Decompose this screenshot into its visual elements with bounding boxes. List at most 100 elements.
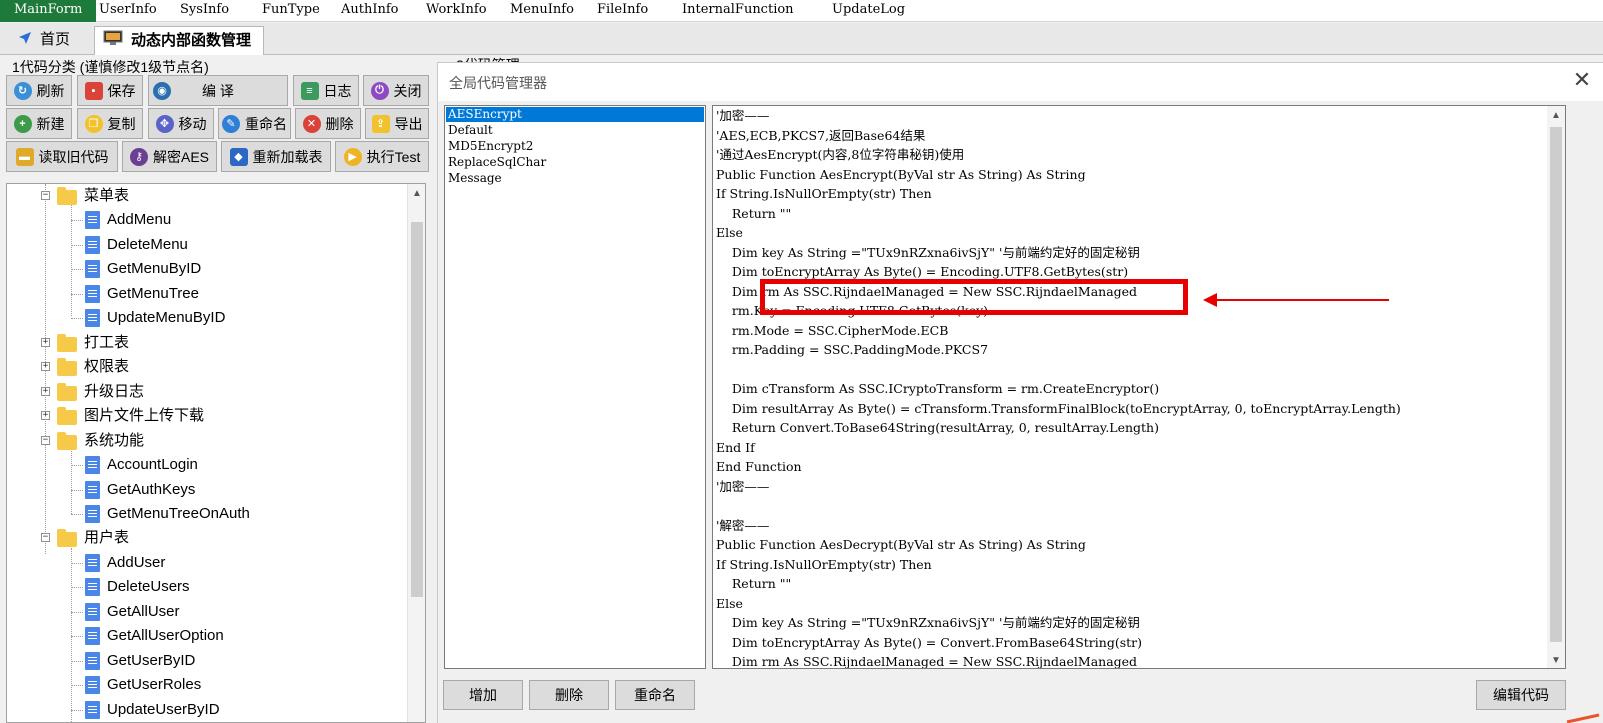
tree-leaf-adduser[interactable]: AddUser bbox=[7, 551, 407, 575]
code-category-title: 1代码分类 (谨慎修改1级节点名) bbox=[12, 59, 209, 75]
scroll-up-icon[interactable]: ▲ bbox=[411, 188, 423, 199]
tree-leaf-deleteusers[interactable]: DeleteUsers bbox=[7, 575, 407, 599]
expand-icon: + bbox=[41, 361, 50, 371]
tree-leaf-getalluseroption[interactable]: GetAllUserOption bbox=[7, 624, 407, 648]
folder-icon bbox=[57, 383, 77, 401]
tab-home[interactable]: 首页 bbox=[18, 26, 70, 55]
expand-icon: + bbox=[41, 337, 50, 347]
read-old-code-button[interactable]: ▬ 读取旧代码 bbox=[6, 141, 118, 172]
document-icon bbox=[85, 652, 100, 670]
rename-function-button[interactable]: 重命名 bbox=[615, 680, 695, 710]
log-button[interactable]: ≡ 日志 bbox=[293, 75, 359, 106]
dialog-titlebar: 全局代码管理器 ✕ bbox=[438, 63, 1603, 101]
decrypt-aes-button[interactable]: ⚷ 解密AES bbox=[122, 141, 217, 172]
tree-leaf-getalluser[interactable]: GetAllUser bbox=[7, 600, 407, 624]
close-button[interactable]: ⏻ 关闭 bbox=[363, 75, 429, 106]
tree-leaf-updatemenubyid[interactable]: UpdateMenuByID bbox=[7, 306, 407, 330]
menu-item-userinfo[interactable]: UserInfo bbox=[97, 0, 159, 22]
compile-button[interactable]: ◉ 编 译 bbox=[148, 75, 288, 106]
refresh-button[interactable]: ↻ 刷新 bbox=[6, 75, 72, 106]
menu-item-sysinfo[interactable]: SysInfo bbox=[178, 0, 231, 22]
document-icon bbox=[85, 578, 100, 596]
code-line: Else bbox=[716, 225, 743, 240]
document-icon bbox=[85, 481, 100, 499]
tree-leaf-updateuserbyid[interactable]: UpdateUserByID bbox=[7, 698, 407, 722]
tree-leaf-getmenubyid[interactable]: GetMenuByID bbox=[7, 257, 407, 281]
code-text: '加密—— 'AES,ECB,PKCS7,返回Base64结果 '通过AesEncr… bbox=[716, 106, 1401, 668]
menu-item-updatelog[interactable]: UpdateLog bbox=[830, 0, 907, 22]
tree-leaf-addmenu[interactable]: AddMenu bbox=[7, 208, 407, 232]
code-scrollbar-thumb[interactable] bbox=[1550, 127, 1562, 642]
function-list-item[interactable]: Default bbox=[446, 123, 704, 138]
tree-leaf-getmenutree[interactable]: GetMenuTree bbox=[7, 282, 407, 306]
function-list[interactable]: AESEncrypt Default MD5Encrypt2 ReplaceSq… bbox=[444, 105, 706, 669]
document-icon bbox=[85, 554, 100, 572]
tree-folder-upgrade-log[interactable]: + 升级日志 bbox=[7, 380, 407, 404]
edit-code-button[interactable]: 编辑代码 bbox=[1476, 680, 1566, 710]
folder-icon bbox=[57, 358, 77, 376]
tree-folder-permission-table[interactable]: + 权限表 bbox=[7, 355, 407, 379]
function-list-item[interactable]: ReplaceSqlChar bbox=[446, 155, 704, 170]
tree-folder-user-table[interactable]: − 用户表 bbox=[7, 526, 407, 550]
save-icon: ▪ bbox=[84, 81, 103, 100]
menu-item-internalfunction[interactable]: InternalFunction bbox=[680, 0, 796, 22]
menu-item-menuinfo[interactable]: MenuInfo bbox=[508, 0, 576, 22]
document-icon bbox=[85, 260, 100, 278]
scroll-up-icon[interactable]: ▲ bbox=[1550, 110, 1562, 121]
code-line: If String.IsNullOrEmpty(str) Then bbox=[716, 186, 932, 201]
code-category-tree[interactable]: − 菜单表 AddMenu DeleteMenu GetMenuByID Get… bbox=[6, 183, 426, 723]
tree-leaf-getmenutreeonauth[interactable]: GetMenuTreeOnAuth bbox=[7, 502, 407, 526]
menu-item-funtype[interactable]: FunType bbox=[260, 0, 322, 22]
delete-icon: ✕ bbox=[302, 114, 321, 133]
dialog-title: 全局代码管理器 bbox=[449, 75, 547, 91]
tree-scrollbar[interactable]: ▲ bbox=[407, 184, 425, 722]
function-list-item[interactable]: AESEncrypt bbox=[446, 107, 704, 122]
document-icon bbox=[85, 676, 100, 694]
function-list-item[interactable]: Message bbox=[446, 171, 704, 186]
export-button[interactable]: ⇪ 导出 bbox=[365, 108, 429, 139]
move-button[interactable]: ✥ 移动 bbox=[148, 108, 214, 139]
tree-scrollbar-thumb[interactable] bbox=[411, 222, 423, 597]
new-button[interactable]: + 新建 bbox=[6, 108, 72, 139]
reload-tables-button[interactable]: ◆ 重新加载表 bbox=[221, 141, 331, 172]
code-line: '解密—— bbox=[716, 517, 770, 533]
code-line: Dim resultArray As Byte() = cTransform.T… bbox=[716, 400, 1401, 416]
tree-leaf-accountlogin[interactable]: AccountLogin bbox=[7, 453, 407, 477]
code-line: Return "" bbox=[716, 205, 792, 221]
code-line: rm.Mode = SSC.CipherMode.ECB bbox=[716, 322, 949, 338]
tree-leaf-getuserroles[interactable]: GetUserRoles bbox=[7, 673, 407, 697]
menu-item-workinfo[interactable]: WorkInfo bbox=[424, 0, 489, 22]
folder-icon bbox=[57, 407, 77, 425]
tab-dynamic-function-manager[interactable]: 动态内部函数管理 bbox=[94, 26, 264, 55]
key-icon: ⚷ bbox=[129, 147, 148, 166]
tree-folder-system-functions[interactable]: − 系统功能 bbox=[7, 429, 407, 453]
tree-leaf-getuserbyid[interactable]: GetUserByID bbox=[7, 649, 407, 673]
corner-arrow-icon bbox=[1566, 713, 1600, 723]
tree-leaf-getauthkeys[interactable]: GetAuthKeys bbox=[7, 478, 407, 502]
close-circle-icon: ⏻ bbox=[370, 81, 389, 100]
run-test-button[interactable]: ▶ 执行Test bbox=[335, 141, 429, 172]
folder-icon bbox=[57, 334, 77, 352]
document-icon bbox=[85, 456, 100, 474]
scroll-down-icon[interactable]: ▼ bbox=[1550, 655, 1562, 666]
document-icon bbox=[85, 627, 100, 645]
copy-button[interactable]: ❐ 复制 bbox=[77, 108, 143, 139]
menu-item-authinfo[interactable]: AuthInfo bbox=[339, 0, 401, 22]
tree-leaf-deletemenu[interactable]: DeleteMenu bbox=[7, 233, 407, 257]
menu-item-fileinfo[interactable]: FileInfo bbox=[595, 0, 650, 22]
tree-folder-menu-table[interactable]: − 菜单表 bbox=[7, 184, 407, 208]
function-list-item[interactable]: MD5Encrypt2 bbox=[446, 139, 704, 154]
save-button[interactable]: ▪ 保存 bbox=[77, 75, 143, 106]
menu-item-mainform[interactable]: MainForm bbox=[0, 0, 97, 22]
add-function-button[interactable]: 增加 bbox=[443, 680, 523, 710]
tree-folder-file-upload[interactable]: + 图片文件上传下载 bbox=[7, 404, 407, 428]
code-scrollbar[interactable]: ▲ ▼ bbox=[1547, 106, 1565, 668]
annotation-arrow-icon bbox=[1203, 293, 1217, 307]
delete-function-button[interactable]: 删除 bbox=[529, 680, 609, 710]
dialog-close-icon[interactable]: ✕ bbox=[1570, 69, 1594, 93]
code-editor[interactable]: '加密—— 'AES,ECB,PKCS7,返回Base64结果 '通过AesEncr… bbox=[712, 105, 1566, 669]
rename-button[interactable]: ✎ 重命名 bbox=[218, 108, 291, 139]
delete-button[interactable]: ✕ 删除 bbox=[295, 108, 361, 139]
tree-folder-work-table[interactable]: + 打工表 bbox=[7, 331, 407, 355]
code-line: '通过AesEncrypt(内容,8位字符串秘钥)使用 bbox=[716, 147, 965, 162]
